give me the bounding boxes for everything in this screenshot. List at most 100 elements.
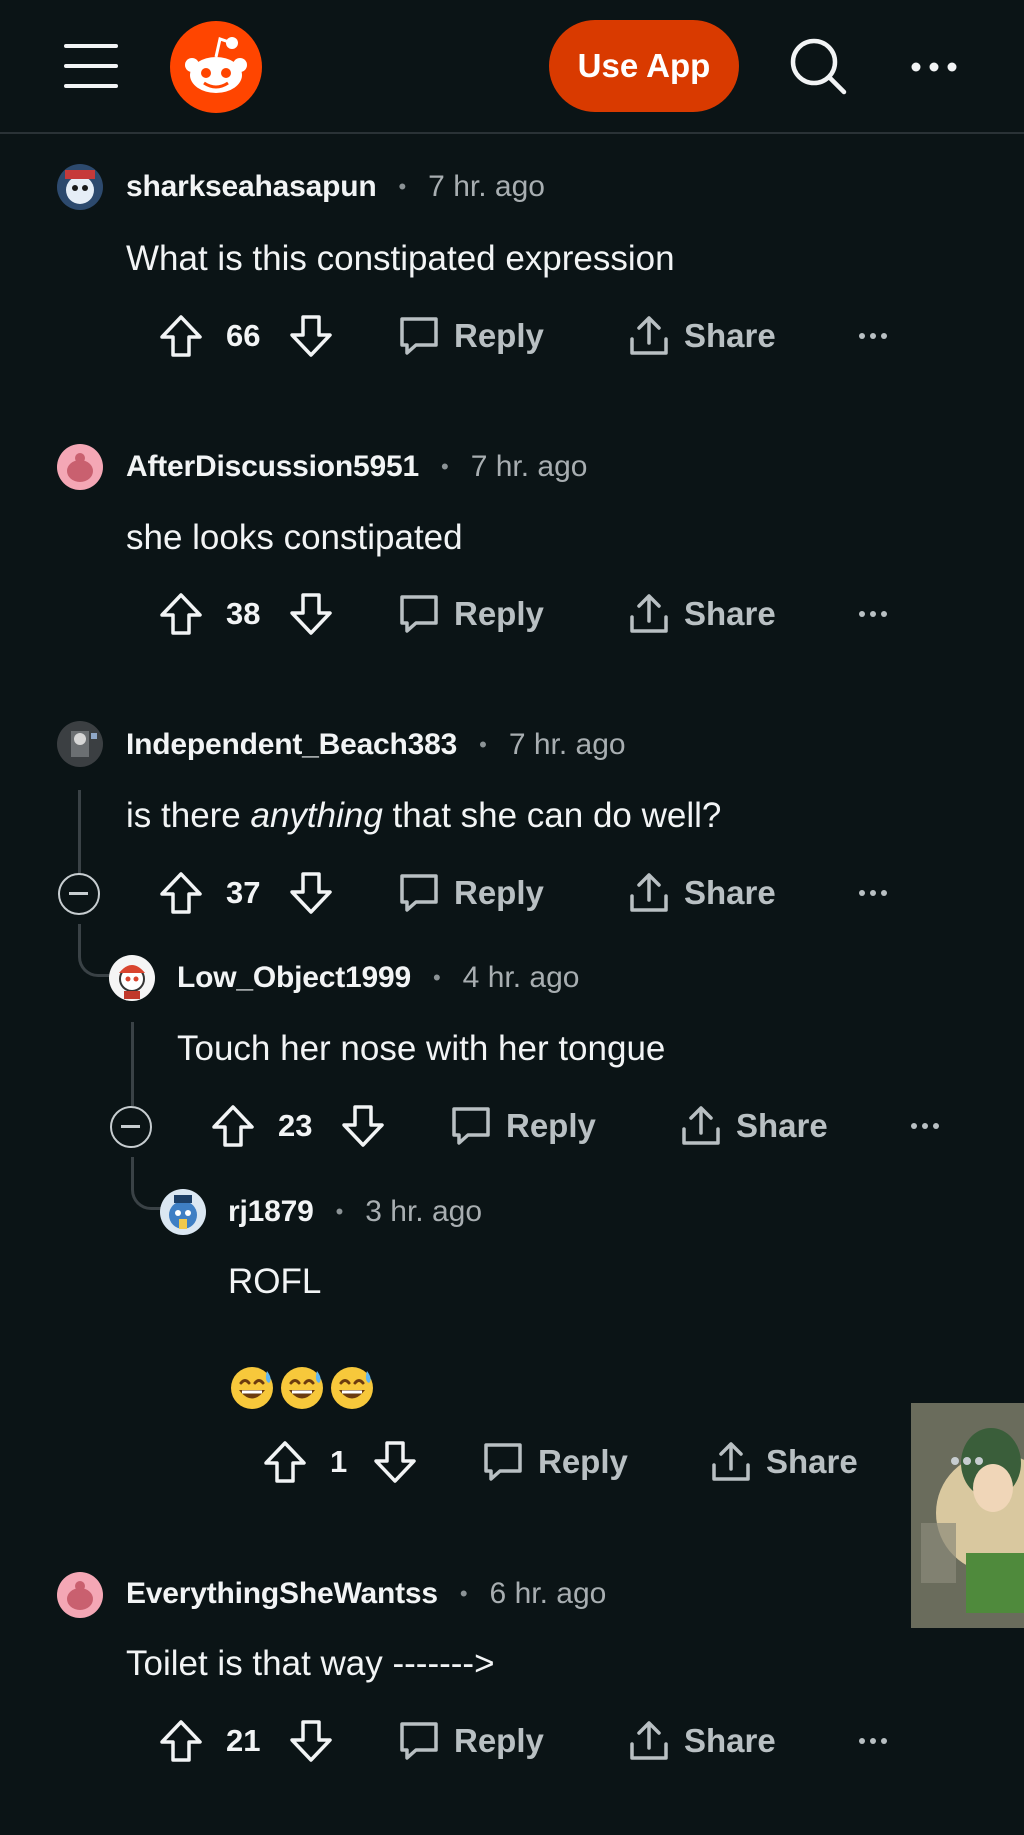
reply-icon xyxy=(400,1722,438,1760)
vote-count: 23 xyxy=(278,1108,313,1143)
share-button[interactable]: Share xyxy=(626,1711,776,1771)
upvote-button[interactable] xyxy=(158,584,204,644)
comment-body: is there anything that she can do well? xyxy=(126,796,721,836)
share-button[interactable]: Share xyxy=(708,1432,858,1492)
username[interactable]: AfterDiscussion5951 xyxy=(126,450,419,484)
share-label: Share xyxy=(684,317,776,354)
separator-dot: • xyxy=(335,1199,344,1224)
comment-actions: 37 Reply Share xyxy=(158,863,898,923)
timestamp: 6 hr. ago xyxy=(489,1577,607,1610)
vote-count: 1 xyxy=(330,1444,348,1479)
timestamp: 4 hr. ago xyxy=(462,961,580,994)
comment-actions: 66 Reply Share xyxy=(158,306,898,366)
share-button[interactable]: Share xyxy=(626,306,776,366)
reply-button[interactable]: Reply xyxy=(448,1096,596,1156)
upvote-icon xyxy=(212,1105,254,1147)
downvote-icon xyxy=(374,1441,416,1483)
timestamp: 3 hr. ago xyxy=(365,1195,483,1228)
share-label: Share xyxy=(684,1722,776,1759)
more-icon[interactable] xyxy=(906,52,962,82)
timestamp: 7 hr. ago xyxy=(508,728,626,761)
more-icon[interactable] xyxy=(858,584,888,644)
reply-label: Reply xyxy=(506,1107,596,1144)
more-icon[interactable] xyxy=(858,306,888,366)
downvote-icon xyxy=(290,872,332,914)
share-icon xyxy=(630,594,668,633)
thread-line xyxy=(78,790,81,874)
downvote-button[interactable] xyxy=(288,584,334,644)
comment-actions: 23 Reply Share xyxy=(210,1096,950,1156)
menu-icon[interactable] xyxy=(64,44,118,90)
username[interactable]: EverythingSheWantss xyxy=(126,1577,438,1611)
more-icon[interactable] xyxy=(858,863,888,923)
reply-label: Reply xyxy=(454,874,544,911)
reply-button[interactable]: Reply xyxy=(480,1432,628,1492)
comment-body: Toilet is that way -------> xyxy=(126,1644,495,1683)
username[interactable]: Independent_Beach383 xyxy=(126,728,457,762)
comment-body: What is this constipated expression xyxy=(126,239,675,278)
share-icon xyxy=(712,1442,750,1481)
share-button[interactable]: Share xyxy=(626,863,776,923)
reply-label: Reply xyxy=(538,1443,628,1480)
username[interactable]: Low_Object1999 xyxy=(177,961,411,995)
reply-button[interactable]: Reply xyxy=(396,584,544,644)
share-icon xyxy=(682,1106,720,1145)
reply-icon xyxy=(400,317,438,355)
floating-video-thumbnail[interactable] xyxy=(911,1403,1024,1628)
user-avatar[interactable] xyxy=(57,1572,103,1618)
reply-button[interactable]: Reply xyxy=(396,1711,544,1771)
reply-icon xyxy=(400,874,438,912)
thread-line xyxy=(131,1022,134,1106)
upvote-button[interactable] xyxy=(158,1711,204,1771)
search-icon[interactable] xyxy=(788,36,848,96)
upvote-button[interactable] xyxy=(158,863,204,923)
share-label: Share xyxy=(766,1443,858,1480)
upvote-button[interactable] xyxy=(158,306,204,366)
upvote-icon xyxy=(160,593,202,635)
more-icon[interactable] xyxy=(910,1096,940,1156)
thread-line xyxy=(131,1157,164,1210)
comment-actions: 1 Reply Share xyxy=(262,1432,882,1492)
laughing-emoji xyxy=(279,1365,325,1411)
upvote-button[interactable] xyxy=(262,1432,308,1492)
collapse-icon[interactable] xyxy=(110,1106,152,1148)
vote-count: 38 xyxy=(226,596,261,631)
username[interactable]: sharkseahasapun xyxy=(126,170,377,204)
user-avatar[interactable] xyxy=(57,444,103,490)
user-avatar[interactable] xyxy=(57,164,103,210)
upvote-icon xyxy=(160,1720,202,1762)
share-icon xyxy=(630,316,668,355)
downvote-button[interactable] xyxy=(372,1432,418,1492)
downvote-button[interactable] xyxy=(340,1096,386,1156)
reply-label: Reply xyxy=(454,595,544,632)
body-text-part: is there xyxy=(126,796,251,835)
share-icon xyxy=(630,1721,668,1760)
downvote-button[interactable] xyxy=(288,863,334,923)
share-label: Share xyxy=(736,1107,828,1144)
upvote-button[interactable] xyxy=(210,1096,256,1156)
reddit-logo[interactable] xyxy=(170,21,262,113)
comment-body: ROFL xyxy=(228,1262,322,1301)
reply-button[interactable]: Reply xyxy=(396,306,544,366)
timestamp: 7 hr. ago xyxy=(428,170,545,203)
user-avatar[interactable] xyxy=(160,1189,206,1235)
share-button[interactable]: Share xyxy=(678,1096,828,1156)
reply-button[interactable]: Reply xyxy=(396,863,544,923)
vote-count: 37 xyxy=(226,875,261,910)
downvote-button[interactable] xyxy=(288,306,334,366)
username[interactable]: rj1879 xyxy=(228,1195,314,1229)
downvote-button[interactable] xyxy=(288,1711,334,1771)
user-avatar[interactable] xyxy=(57,721,103,767)
use-app-button[interactable]: Use App xyxy=(549,20,739,112)
comment-body: Touch her nose with her tongue xyxy=(177,1029,666,1068)
collapse-icon[interactable] xyxy=(58,873,100,915)
share-button[interactable]: Share xyxy=(626,584,776,644)
downvote-icon xyxy=(290,315,332,357)
share-label: Share xyxy=(684,595,776,632)
thread-line xyxy=(78,924,111,977)
more-icon[interactable] xyxy=(858,1711,888,1771)
upvote-icon xyxy=(160,872,202,914)
user-avatar[interactable] xyxy=(109,955,155,1001)
reply-icon xyxy=(452,1107,490,1145)
laughing-emoji xyxy=(229,1365,275,1411)
